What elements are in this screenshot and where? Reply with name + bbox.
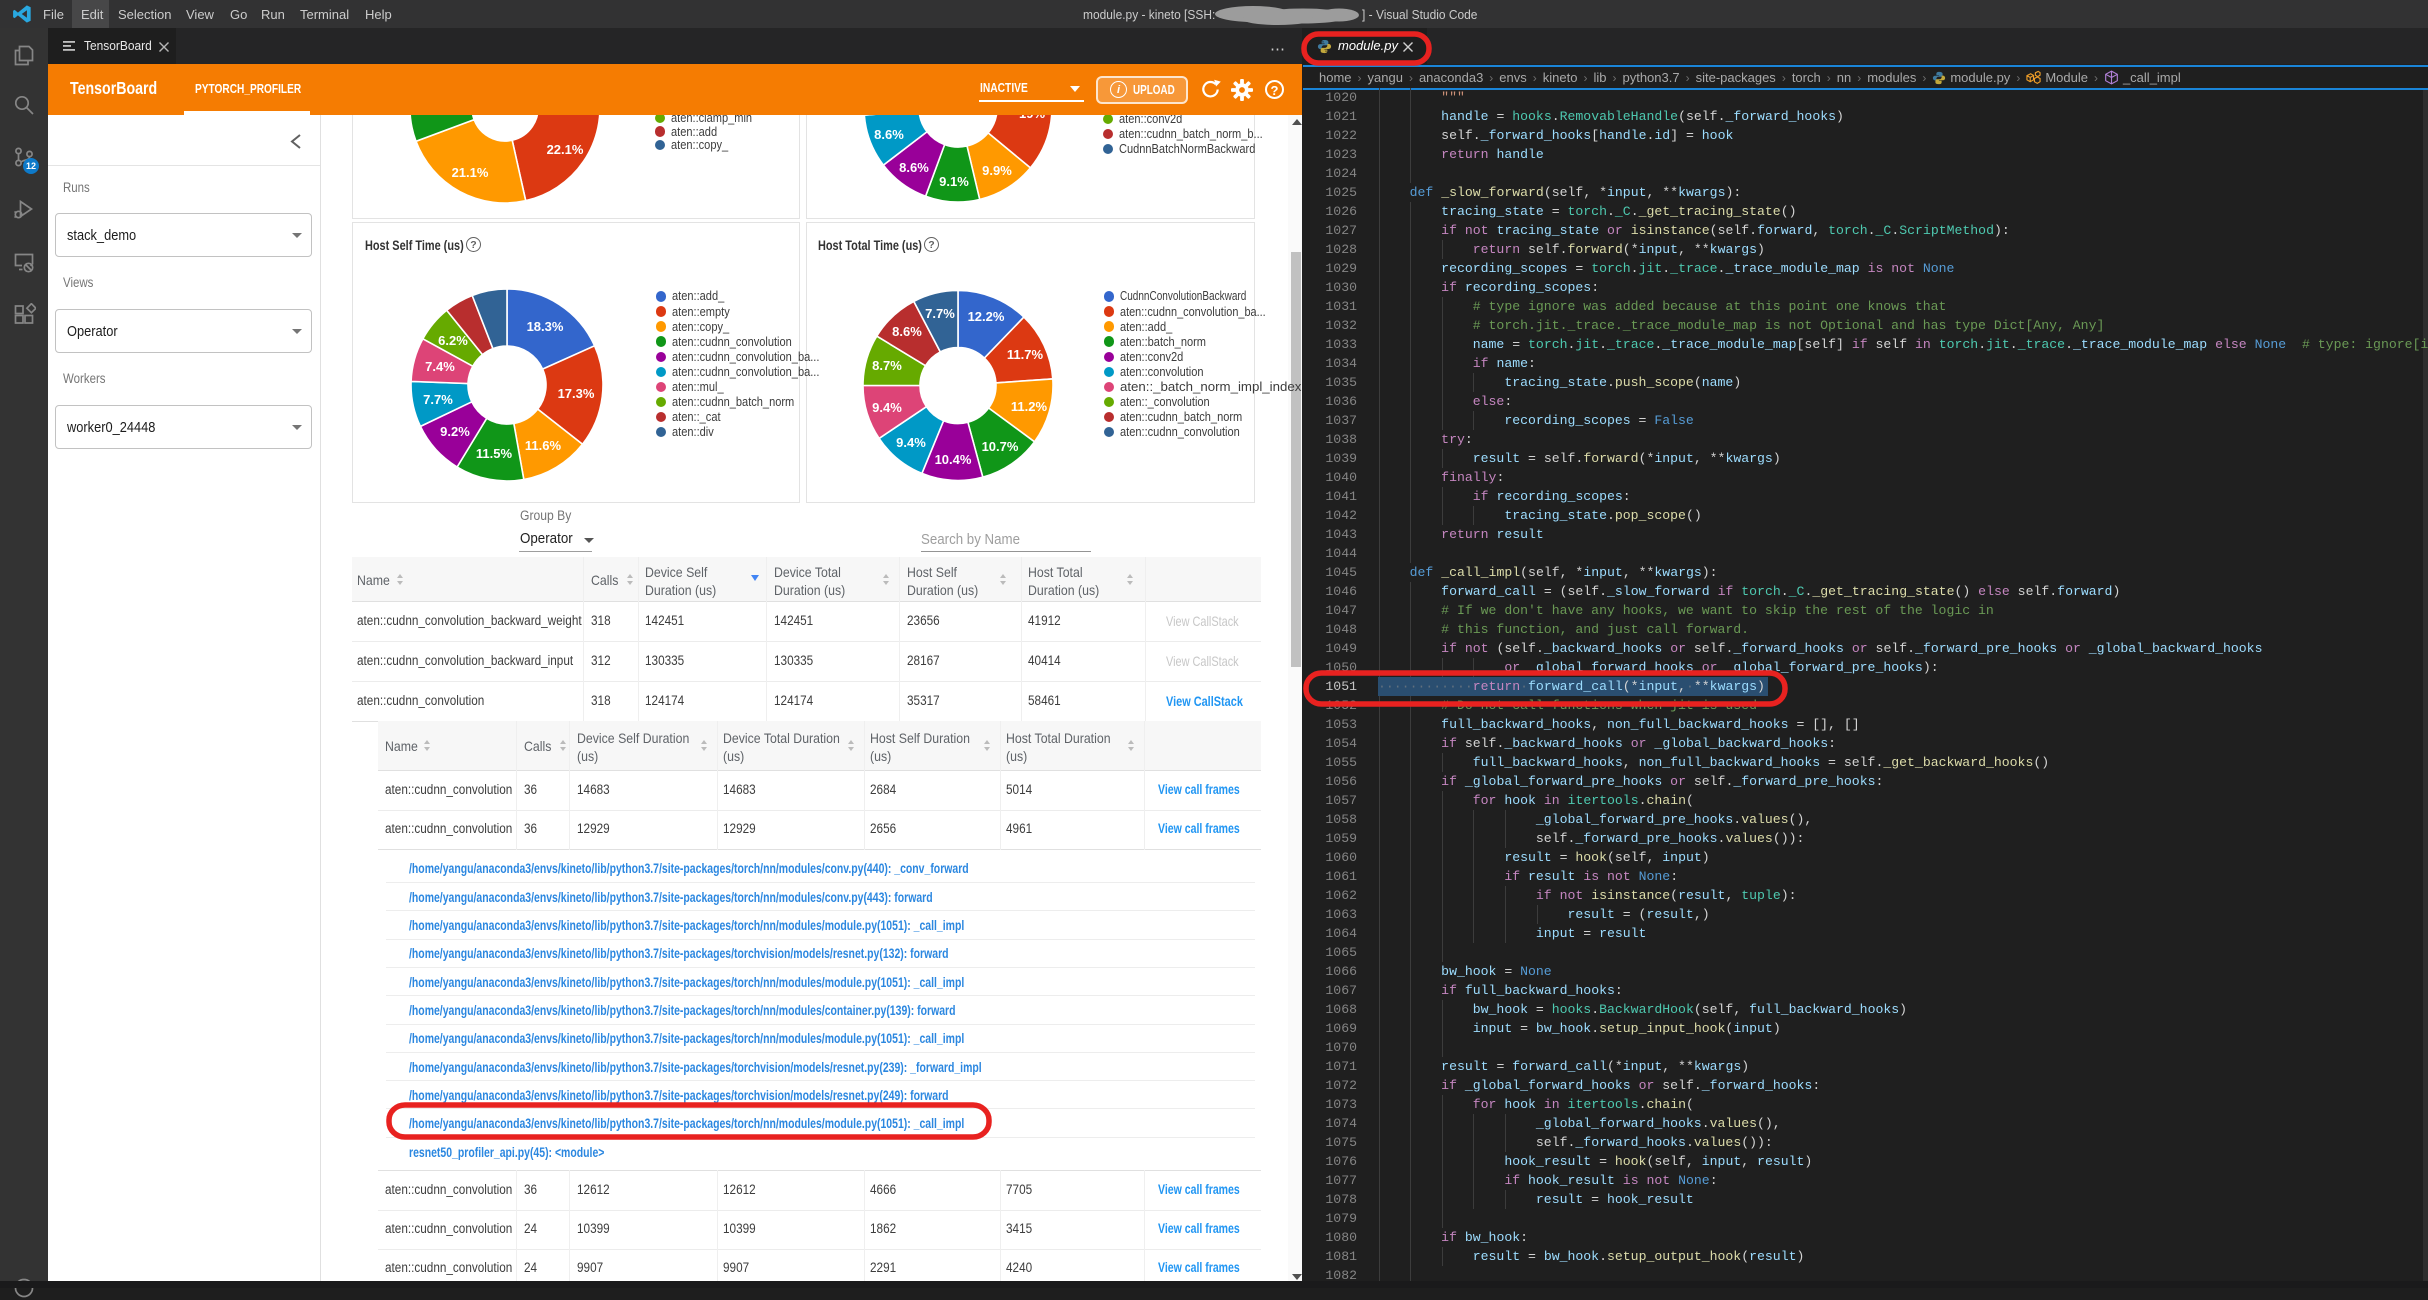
svg-text:11.6%: 11.6%	[525, 438, 562, 453]
svg-text:11.7%: 11.7%	[1007, 347, 1044, 362]
svg-text:11.2%: 11.2%	[1011, 399, 1048, 414]
svg-text:7.4%: 7.4%	[425, 359, 455, 374]
svg-text:7.7%: 7.7%	[423, 392, 453, 407]
svg-text:9.2%: 9.2%	[440, 424, 470, 439]
svg-text:10.7%: 10.7%	[982, 439, 1019, 454]
svg-text:18.3%: 18.3%	[527, 319, 564, 334]
svg-text:17.3%: 17.3%	[558, 386, 595, 401]
svg-text:10.4%: 10.4%	[935, 452, 972, 467]
svg-text:11.5%: 11.5%	[476, 446, 513, 461]
svg-text:21.1%: 21.1%	[452, 165, 489, 180]
svg-text:9.4%: 9.4%	[872, 400, 902, 415]
svg-text:6.2%: 6.2%	[438, 333, 468, 348]
svg-text:9.4%: 9.4%	[896, 435, 926, 450]
svg-text:9.1%: 9.1%	[939, 174, 969, 189]
svg-text:8.6%: 8.6%	[899, 160, 929, 175]
svg-text:7.7%: 7.7%	[925, 306, 955, 321]
svg-text:8.7%: 8.7%	[872, 358, 902, 373]
svg-text:22.1%: 22.1%	[547, 142, 584, 157]
svg-text:8.6%: 8.6%	[892, 324, 922, 339]
svg-text:8.6%: 8.6%	[874, 127, 904, 142]
svg-text:12.2%: 12.2%	[968, 309, 1005, 324]
svg-text:9.9%: 9.9%	[982, 163, 1012, 178]
